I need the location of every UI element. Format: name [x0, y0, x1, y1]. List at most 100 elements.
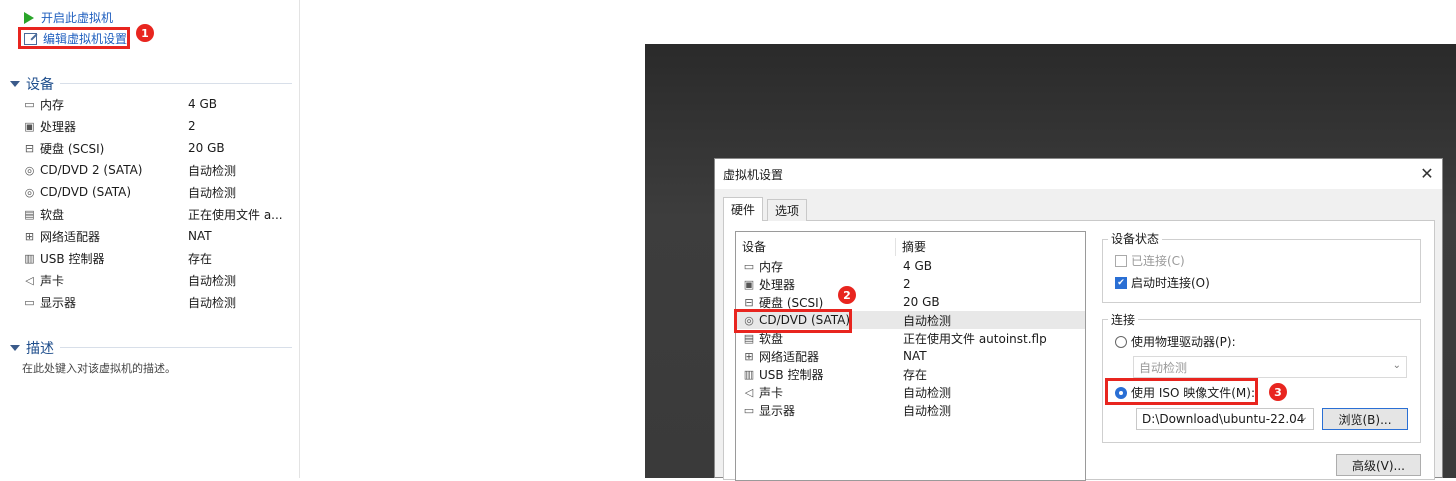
device-value: NAT: [188, 229, 212, 243]
description-placeholder[interactable]: 在此处键入对该虚拟机的描述。: [22, 360, 176, 376]
device-value: 4 GB: [188, 97, 217, 111]
physical-drive-radio[interactable]: 使用物理驱动器(P):: [1115, 333, 1236, 350]
vm-summary-pane: 开启此虚拟机 编辑虚拟机设置 设备 ▭ 内存 4 GB ▣ 处理器 2 ⊟ 硬盘 (SCSI)…: [0, 0, 300, 478]
device-row[interactable]: ▣ 处理器 2: [22, 116, 292, 136]
device-row[interactable]: ◁ 声卡 自动检测: [22, 270, 292, 290]
device-value: 20 GB: [188, 141, 225, 155]
device-name: 显示器: [40, 295, 77, 310]
device-status-group: [1102, 239, 1421, 303]
hardware-name: 硬盘 (SCSI): [759, 295, 824, 310]
device-value: 正在使用文件 a...: [188, 207, 283, 222]
device-name: 硬盘 (SCSI): [40, 141, 105, 156]
display-icon: ▭: [24, 295, 35, 309]
physical-drive-label: 使用物理驱动器(P):: [1131, 335, 1236, 349]
close-icon[interactable]: ✕: [1418, 165, 1436, 183]
device-name: CD/DVD (SATA): [40, 185, 132, 199]
hardware-name: 网络适配器: [759, 349, 820, 364]
device-value: 存在: [188, 251, 213, 266]
device-row[interactable]: ▭ 显示器 自动检测: [22, 292, 292, 312]
device-row[interactable]: ◎ CD/DVD 2 (SATA) 自动检测: [22, 160, 292, 180]
hardware-row[interactable]: ▭ 显示器 自动检测: [737, 401, 1085, 419]
physical-drive-select[interactable]: 自动检测 ⌄: [1133, 356, 1407, 378]
device-row[interactable]: ▤ 软盘 正在使用文件 a...: [22, 204, 292, 224]
device-name: 网络适配器: [40, 229, 101, 244]
chevron-down-icon: ⌄: [1299, 412, 1308, 423]
hardware-summary: 自动检测: [903, 403, 952, 418]
hardware-row[interactable]: ▥ USB 控制器 存在: [737, 365, 1085, 383]
iso-path-combobox[interactable]: D:\Download\ubuntu-22.04 ⌄: [1136, 408, 1314, 430]
hardware-summary: 自动检测: [903, 313, 952, 328]
step-badge-3: 3: [1269, 383, 1287, 401]
description-section-header[interactable]: 描述: [10, 338, 54, 358]
device-value: 自动检测: [188, 163, 237, 178]
hardware-list-header: 设备 摘要: [736, 238, 1085, 256]
harddisk-icon: ⊟: [744, 295, 754, 309]
harddisk-icon: ⊟: [24, 141, 35, 155]
tab-hardware[interactable]: 硬件: [723, 197, 764, 221]
step-badge-1: 1: [136, 24, 154, 42]
hardware-name: 显示器: [759, 403, 796, 418]
processor-icon: ▣: [24, 119, 35, 133]
check-icon: ✔: [1115, 276, 1127, 289]
hardware-summary: 20 GB: [903, 295, 940, 309]
connect-on-power-label: 启动时连接(O): [1131, 276, 1210, 290]
browse-button[interactable]: 浏览(B)...: [1322, 408, 1408, 430]
section-divider: [60, 83, 292, 84]
usb-icon: ▥: [24, 251, 35, 265]
dialog-titlebar[interactable]: 虚拟机设置: [715, 159, 1442, 189]
header-summary[interactable]: 摘要: [896, 238, 926, 256]
devices-section-header[interactable]: 设备: [10, 74, 54, 94]
device-row[interactable]: ▭ 内存 4 GB: [22, 94, 292, 114]
device-value: 自动检测: [188, 185, 237, 200]
connected-checkbox[interactable]: 已连接(C): [1115, 252, 1185, 269]
hardware-summary: 2: [903, 277, 911, 291]
play-icon: [24, 11, 34, 24]
device-value: 自动检测: [188, 295, 237, 310]
device-name: 声卡: [40, 273, 65, 288]
tab-options[interactable]: 选项: [767, 199, 808, 221]
hardware-name: 处理器: [759, 277, 796, 292]
device-name: 软盘: [40, 207, 65, 222]
header-device[interactable]: 设备: [736, 238, 896, 256]
cd-icon: ◎: [24, 185, 35, 199]
device-name: 处理器: [40, 119, 77, 134]
device-status-title: 设备状态: [1108, 230, 1163, 247]
connect-on-power-checkbox[interactable]: ✔ 启动时连接(O): [1115, 274, 1210, 291]
hardware-row[interactable]: ⊞ 网络适配器 NAT: [737, 347, 1085, 365]
device-row[interactable]: ▥ USB 控制器 存在: [22, 248, 292, 268]
highlight-box-1: [18, 27, 130, 49]
device-row[interactable]: ◎ CD/DVD (SATA) 自动检测: [22, 182, 292, 202]
device-value: 2: [188, 119, 196, 133]
hardware-row[interactable]: ▣ 处理器 2: [737, 275, 1085, 293]
hardware-list[interactable]: 设备 摘要 ▭ 内存 4 GB ▣ 处理器 2 ⊟ 硬盘 (SCSI) 20 GB ◎ CD/DVD…: [735, 231, 1086, 481]
power-on-label: 开启此虚拟机: [41, 11, 114, 25]
floppy-icon: ▤: [24, 207, 35, 221]
power-on-link[interactable]: 开启此虚拟机: [24, 9, 113, 26]
processor-icon: ▣: [743, 277, 755, 291]
description-section-title: 描述: [26, 341, 54, 357]
physical-drive-value: 自动检测: [1139, 360, 1188, 375]
device-name: 内存: [40, 97, 65, 112]
sound-icon: ◁: [744, 385, 754, 399]
advanced-button[interactable]: 高级(V)...: [1336, 454, 1421, 476]
radio-unselected: [1115, 335, 1127, 348]
hardware-name: USB 控制器: [759, 367, 824, 382]
network-icon: ⊞: [24, 229, 35, 243]
hardware-summary: 自动检测: [903, 385, 952, 400]
hardware-summary: 存在: [903, 367, 928, 382]
floppy-icon: ▤: [743, 331, 755, 345]
collapse-triangle-icon: [10, 345, 20, 351]
device-row[interactable]: ⊟ 硬盘 (SCSI) 20 GB: [22, 138, 292, 158]
connected-label: 已连接(C): [1131, 254, 1185, 268]
dialog-title: 虚拟机设置: [723, 167, 784, 182]
device-row[interactable]: ⊞ 网络适配器 NAT: [22, 226, 292, 246]
connection-title: 连接: [1108, 311, 1139, 328]
usb-icon: ▥: [743, 367, 755, 381]
devices-section-title: 设备: [26, 77, 54, 93]
display-icon: ▭: [743, 403, 755, 417]
sound-icon: ◁: [25, 273, 34, 287]
hardware-row[interactable]: ▭ 内存 4 GB: [737, 257, 1085, 275]
checkbox-unchecked: [1115, 254, 1127, 267]
device-name: CD/DVD 2 (SATA): [40, 163, 143, 177]
hardware-row[interactable]: ◁ 声卡 自动检测: [737, 383, 1085, 401]
